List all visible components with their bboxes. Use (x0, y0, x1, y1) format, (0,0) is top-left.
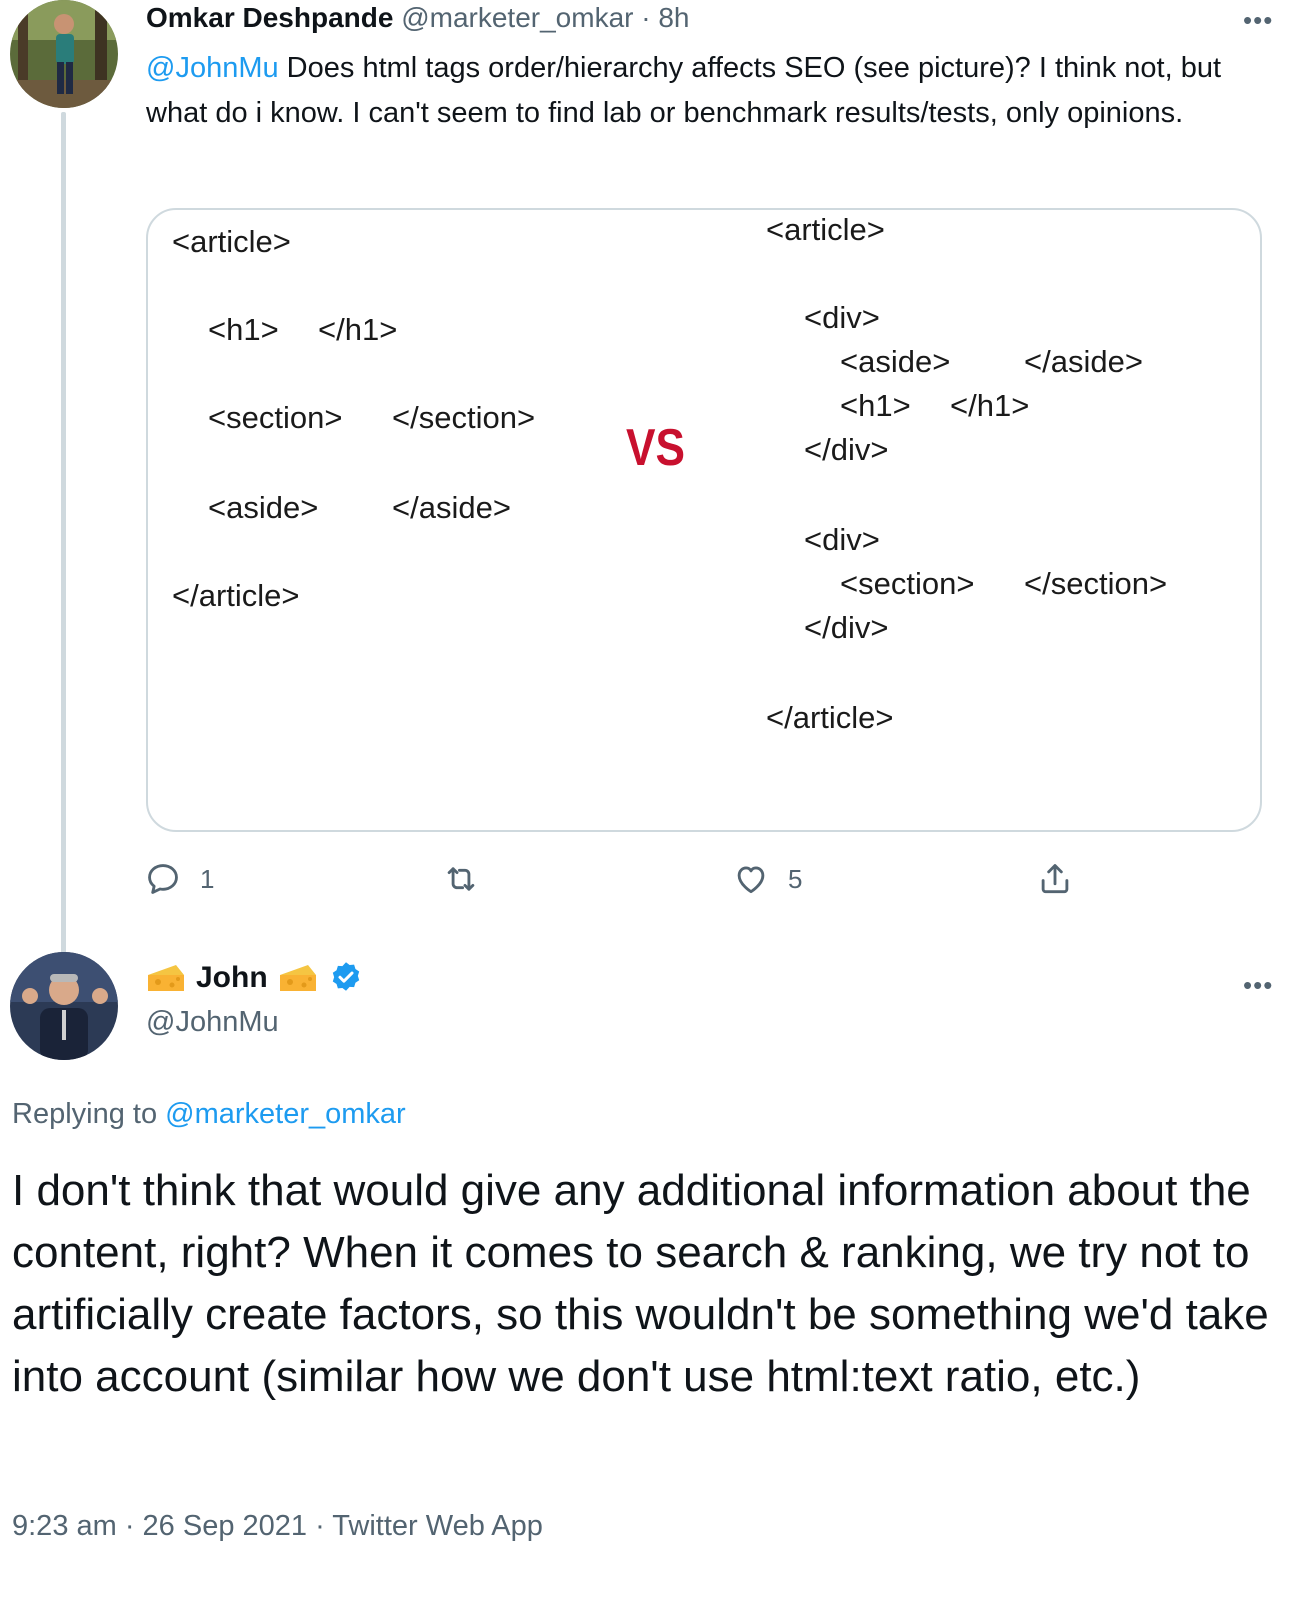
code-line: </aside> (1024, 344, 1143, 379)
code-line: </div> (804, 610, 889, 645)
reply-author-handle[interactable]: @JohnMu (146, 1006, 279, 1039)
tweet-timestamp[interactable]: 9:23 am · 26 Sep 2021 · Twitter Web App (12, 1510, 543, 1543)
like-button[interactable]: 5 (732, 860, 802, 898)
code-line: </div> (804, 432, 889, 467)
code-line: <aside> (208, 490, 319, 525)
share-button[interactable] (1036, 860, 1074, 898)
avatar-omkar[interactable] (10, 0, 118, 108)
author-name[interactable]: Omkar Deshpande (146, 2, 393, 33)
code-line: <section> (840, 566, 975, 601)
verified-badge-icon (332, 962, 359, 991)
retweet-icon (447, 867, 475, 891)
tweet-text: @JohnMu Does html tags order/hierarchy a… (146, 46, 1256, 136)
code-line: <aside> (840, 344, 951, 379)
vs-label: VS (626, 419, 685, 477)
code-line: <div> (804, 300, 880, 335)
reply-author-name-row[interactable]: John (146, 960, 364, 996)
code-line: </h1> (950, 388, 1030, 423)
tweet-header: Omkar Deshpande @marketer_omkar · 8h (146, 2, 690, 34)
replying-prefix: Replying to (12, 1098, 166, 1130)
avatar-john[interactable] (10, 952, 118, 1060)
reply-author-name: John (196, 961, 268, 994)
more-icon[interactable]: ••• (1243, 972, 1273, 998)
reply-count: 1 (200, 863, 215, 894)
thread-connector-line (61, 112, 66, 962)
reply-tweet-text: I don't think that would give any additi… (12, 1166, 1269, 1401)
code-line: </article> (766, 700, 894, 735)
cheese-emoji (279, 965, 316, 991)
code-line: </section> (392, 400, 536, 435)
replying-to: Replying to @marketer_omkar (12, 1098, 406, 1131)
code-line: </section> (1024, 566, 1168, 601)
tweet-media-image[interactable]: <article> <h1> </h1> <section> </section… (146, 208, 1262, 832)
separator: · (641, 2, 651, 33)
author-handle[interactable]: @marketer_omkar (401, 2, 633, 33)
code-line: </h1> (318, 312, 398, 347)
retweet-button[interactable] (442, 860, 498, 898)
more-icon[interactable]: ••• (1243, 7, 1273, 33)
replying-handle-link[interactable]: @marketer_omkar (165, 1098, 406, 1130)
code-line: <section> (208, 400, 343, 435)
code-line: <article> (172, 224, 291, 259)
code-line: </aside> (392, 490, 511, 525)
like-count: 5 (788, 863, 803, 894)
code-line: <h1> (208, 312, 279, 347)
code-line: </article> (172, 578, 300, 613)
reply-icon (148, 864, 178, 894)
cheese-emoji (148, 965, 184, 991)
code-line: <h1> (840, 388, 911, 423)
tweet-time[interactable]: 8h (658, 2, 689, 33)
code-line: <div> (804, 522, 880, 557)
like-icon (737, 866, 765, 894)
code-line: <article> (766, 212, 885, 247)
reply-button[interactable]: 1 (144, 860, 214, 898)
tweet-body: Does html tags order/hierarchy affects S… (146, 52, 1222, 129)
share-icon (1041, 864, 1069, 894)
mention-link[interactable]: @JohnMu (146, 52, 279, 84)
